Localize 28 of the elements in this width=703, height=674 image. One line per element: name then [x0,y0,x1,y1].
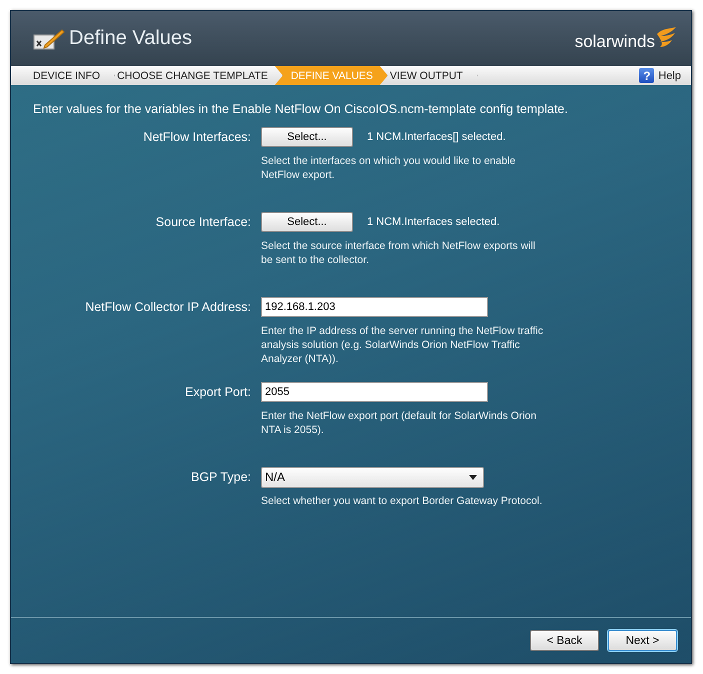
hint-text: Enter the NetFlow export port (default for SolarWinds Orion NTA is 2055). [261,409,538,437]
hint-text: Select the source interface from which NetFlow exports will be sent to the collector. [261,239,536,267]
flame-logo-icon [655,26,677,48]
select-button[interactable]: Select... [261,212,353,232]
selection-status: 1 NCM.Interfaces selected. [367,216,500,228]
selection-status: 1 NCM.Interfaces[] selected. [367,131,506,143]
text-field[interactable]: 192.168.1.203 [261,297,488,317]
help-icon[interactable]: ? [639,68,654,83]
pencil-document-icon [33,26,65,50]
select-button[interactable]: Select... [261,127,353,147]
intro-text: Enter values for the variables in the Enable NetFlow On CiscoIOS.ncm-template config template. [32,102,569,116]
brand-logo-text: solarwinds [574,32,655,52]
help-link[interactable]: Help [658,70,681,82]
field-label: Source Interface: [154,214,251,231]
hint-text: Enter the IP address of the server running the NetFlow traffic analysis solution (e.g. SolarWinds Orion NetFlow Traffic Analyzer (NTA)). [261,324,544,366]
dropdown[interactable]: N/A [261,466,484,488]
caret-icon [469,474,477,480]
hint-text: Select the interfaces on which you would like to enable NetFlow export. [261,154,516,182]
wizard-step[interactable]: VIEW OUTPUT [380,66,478,85]
field-label: BGP Type: [190,469,251,486]
field-label: NetFlow Collector IP Address: [84,299,251,316]
wizard-button[interactable]: Next > [608,630,677,651]
text-field[interactable]: 2055 [261,382,488,402]
field-label: NetFlow Interfaces: [142,129,251,146]
wizard-button[interactable]: < Back [530,630,599,651]
field-label: Export Port: [184,384,251,401]
window-title: Define Values [69,27,192,50]
hint-text: Select whether you want to export Border Gateway Protocol. [261,494,544,508]
